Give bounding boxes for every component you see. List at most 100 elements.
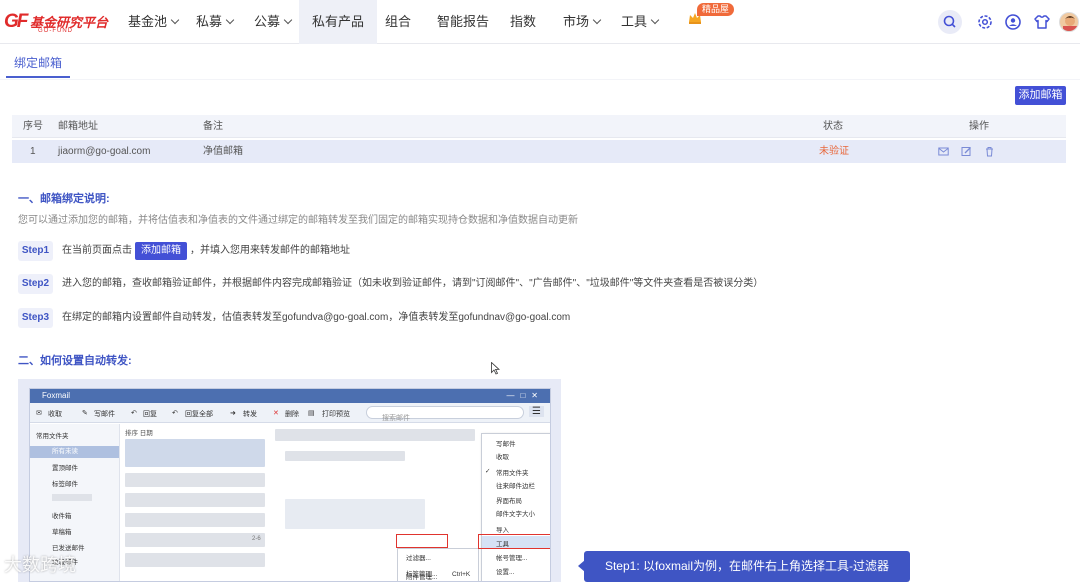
check-icon: ✓	[485, 468, 491, 475]
nav-simu[interactable]: 私募	[196, 0, 235, 44]
fm-submenu-attach: 附件管理...	[406, 574, 438, 581]
logo[interactable]: GF 基金研究平台 GO-FUND	[4, 9, 114, 35]
fm-main-menu: 写邮件 收取 ✓ 常用文件夹 往来邮件边栏 界面布局 邮件文字大小 导入 工具 …	[481, 433, 550, 581]
fm-folder: 置顶邮件	[52, 465, 78, 472]
header-status: 状态	[823, 121, 843, 132]
fm-search-placeholder: 搜索邮件	[382, 415, 410, 422]
tools-highlight	[478, 534, 550, 549]
tab-bind-email[interactable]: 绑定邮箱	[6, 45, 71, 78]
step-label: Step1	[18, 241, 53, 261]
fm-search-box: 搜索邮件	[366, 406, 524, 422]
step-text: 进入您的邮箱，查收邮箱验证邮件，并根据邮件内容完成邮箱验证（如未收到验证邮件，请…	[62, 278, 764, 289]
nav-tools[interactable]: 工具	[621, 0, 660, 44]
step-label: Step3	[18, 308, 53, 328]
chevron-down-icon	[283, 15, 293, 25]
nav-label: 基金池	[128, 14, 168, 29]
binding-description: 您可以通过添加您的邮箱，并将估值表和净值表的文件通过绑定的邮箱转发至我们固定的邮…	[18, 215, 578, 226]
fm-folder: 标签邮件	[52, 481, 78, 488]
step-label: Step2	[18, 274, 53, 294]
nav-label: 智能报告	[437, 14, 490, 29]
nav-market[interactable]: 市场	[563, 0, 602, 44]
section-title-forwarding: 二、如何设置自动转发:	[18, 355, 132, 367]
fm-blurred-row	[125, 553, 265, 567]
shirt-icon[interactable]	[1031, 11, 1053, 33]
fm-submenu-shortcut: Ctrl+K	[452, 571, 471, 578]
header-index: 序号	[23, 121, 43, 132]
gear-icon[interactable]	[974, 11, 996, 33]
fm-blurred-preview	[285, 451, 405, 461]
nav-label: 组合	[385, 14, 412, 29]
chevron-down-icon	[650, 15, 660, 25]
step-pre: 在当前页面点击	[62, 245, 132, 256]
search-button[interactable]	[938, 10, 962, 34]
fm-folder: 草稿箱	[52, 529, 72, 536]
nav-gongmu[interactable]: 公募	[254, 0, 293, 44]
nav-label: 私有产品	[312, 14, 365, 29]
step-post: ，并填入您用来转发邮件的邮箱地址	[190, 245, 350, 256]
fm-menu-item: 写邮件	[496, 441, 516, 448]
search-icon	[943, 15, 956, 28]
top-nav: GF 基金研究平台 GO-FUND 基金池 私募 公募 私有产品 组合 智能报告…	[0, 0, 1080, 44]
fm-reply-all-icon: ↶	[172, 410, 178, 417]
fm-blurred-row	[125, 439, 265, 467]
fm-print-icon: ▤	[308, 410, 315, 417]
nav-portfolio[interactable]: 组合	[385, 0, 411, 44]
fm-menu-item: 往来邮件边栏	[496, 483, 535, 490]
nav-label: 公募	[254, 14, 281, 29]
mail-icon[interactable]	[938, 146, 949, 157]
fm-tool-delete: 删除	[285, 411, 299, 418]
nav-label: 市场	[563, 14, 590, 29]
user-circle-icon[interactable]	[1002, 11, 1024, 33]
fm-blurred-row	[125, 473, 265, 487]
nav-label: 工具	[621, 14, 648, 29]
header-note: 备注	[203, 121, 223, 132]
avatar[interactable]	[1059, 12, 1079, 32]
table-row: 1 jiaorm@go-goal.com 净值邮箱 未验证	[12, 140, 1066, 163]
fm-menu-icon: ☰	[529, 406, 544, 417]
inline-add-email-button[interactable]: 添加邮箱	[135, 242, 187, 260]
edit-icon[interactable]	[961, 146, 972, 157]
fm-folder-selected: 所有未读	[30, 446, 119, 458]
nav-label: 指数	[510, 14, 537, 29]
logo-sub: GO-FUND	[38, 28, 73, 34]
add-email-button[interactable]: 添加邮箱	[1015, 86, 1066, 105]
row-email: jiaorm@go-goal.com	[58, 146, 151, 157]
mouse-cursor-icon	[491, 362, 500, 375]
nav-index[interactable]: 指数	[510, 0, 536, 44]
nav-jijinchi[interactable]: 基金池	[128, 0, 180, 44]
fm-reply-icon: ↶	[131, 410, 137, 417]
filter-highlight	[396, 534, 448, 548]
nav-smart-report[interactable]: 智能报告	[437, 0, 489, 44]
premium-badge: 精品屋	[697, 3, 735, 16]
fm-menu-item: 导入	[496, 527, 509, 534]
fm-folder-blurred	[52, 494, 92, 501]
fm-blurred-row	[125, 513, 265, 527]
fm-tool-reply-all: 回复全部	[185, 411, 213, 418]
fm-menu-item: 界面布局	[496, 498, 522, 505]
status-badge: 未验证	[819, 146, 849, 157]
nav-label: 私募	[196, 14, 223, 29]
delete-icon[interactable]	[984, 146, 995, 157]
fm-menu-item: 收取	[496, 454, 509, 461]
foxmail-toolbar: ✉ 收取 ✎ 写邮件 ↶ 回复 ↶ 回复全部 ➜ 转发 ✕ 删除 ▤ 打印预览 …	[30, 403, 550, 423]
nav-private-products[interactable]: 私有产品	[299, 0, 378, 44]
fm-tool-forward: 转发	[243, 411, 257, 418]
foxmail-window: Foxmail —□✕ ✉ 收取 ✎ 写邮件 ↶ 回复 ↶ 回复全部 ➜ 转发 …	[29, 388, 551, 582]
fm-tools-submenu-more: 附件管理... Ctrl+K	[397, 571, 479, 581]
chevron-down-icon	[170, 15, 180, 25]
window-controls-icon: —□✕	[506, 391, 544, 400]
section-title-binding: 一、邮箱绑定说明:	[18, 193, 110, 205]
fm-tool-reply: 回复	[143, 411, 157, 418]
fm-menu-item: 常用文件夹	[496, 470, 529, 477]
foxmail-title-text: Foxmail	[42, 391, 71, 400]
chevron-down-icon	[592, 15, 602, 25]
fm-menu-item: 设置...	[496, 569, 515, 576]
fm-folder: 收件箱	[52, 513, 72, 520]
step-text: 在当前页面点击 添加邮箱 ，并填入您用来转发邮件的邮箱地址	[62, 241, 350, 261]
fm-inbox-icon: ✉	[36, 410, 42, 417]
fm-list-header: 排序 日期	[125, 430, 153, 437]
fm-date-tag: 2-6	[252, 536, 261, 542]
fm-folder: 常用文件夹	[36, 433, 69, 440]
chevron-down-icon	[225, 15, 235, 25]
header-actions: 操作	[969, 121, 989, 132]
